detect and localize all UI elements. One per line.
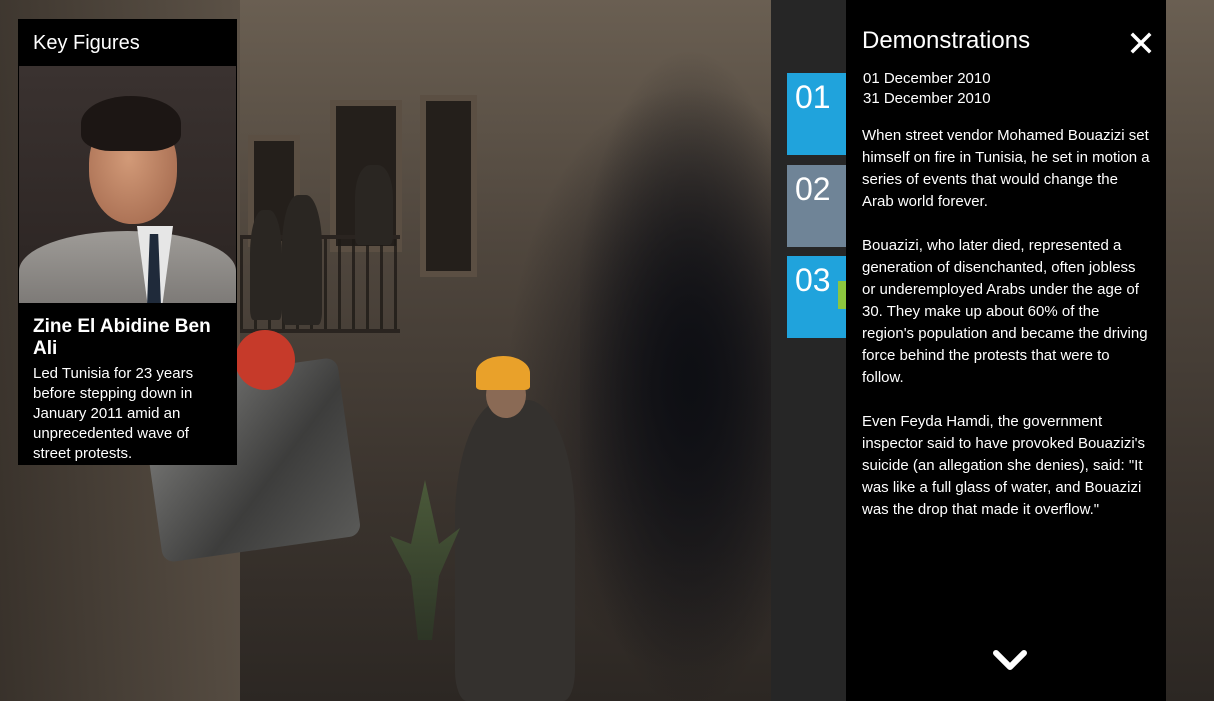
close-icon (1130, 32, 1152, 54)
body-paragraph: Bouazizi, who later died, represented a … (862, 237, 1148, 386)
chevron-down-icon (993, 650, 1027, 670)
key-figure-card: Key Figures Zine El Abidine Ben Ali Led … (18, 19, 237, 465)
close-button[interactable] (1128, 30, 1154, 56)
key-figure-name: Zine El Abidine Ben Ali (33, 316, 211, 359)
timeline-tab-label: 03 (795, 262, 831, 298)
background-photo-edge (1166, 0, 1214, 701)
key-figures-heading: Key Figures (33, 32, 140, 54)
panel-title: Demonstrations (862, 27, 1031, 54)
event-detail-panel: Demonstrations 01 December 2010 31 Decem… (846, 0, 1166, 701)
body-paragraph: When street vendor Mohamed Bouazizi set … (862, 127, 1150, 210)
body-paragraph: Even Feyda Hamdi, the government inspect… (862, 413, 1146, 518)
start-date: 01 December 2010 (863, 70, 991, 87)
portrait-image (19, 66, 236, 303)
timeline-tab-03[interactable]: 03 (787, 256, 846, 338)
active-marker (838, 281, 846, 309)
timeline-nav: 01 02 03 (771, 0, 846, 701)
end-date: 31 December 2010 (863, 90, 991, 107)
timeline-tab-02[interactable]: 02 (787, 165, 846, 247)
scroll-down-button[interactable] (991, 646, 1029, 674)
panel-body: When street vendor Mohamed Bouazizi set … (862, 125, 1152, 543)
timeline-tab-label: 02 (795, 171, 831, 207)
timeline-tab-label: 01 (795, 79, 831, 115)
timeline-tab-01[interactable]: 01 (787, 73, 846, 155)
key-figure-description: Led Tunisia for 23 years before stepping… (33, 365, 194, 462)
event-dates: 01 December 2010 31 December 2010 (863, 69, 991, 109)
